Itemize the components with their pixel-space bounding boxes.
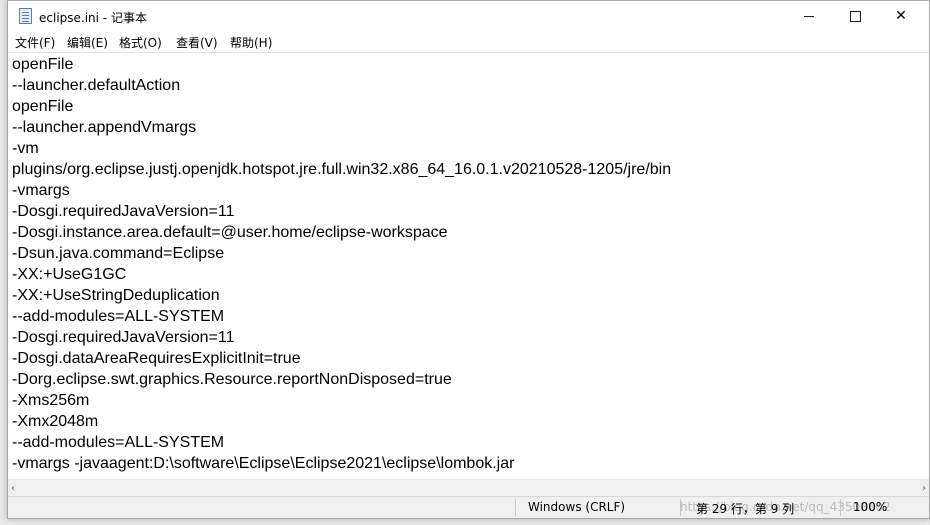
text-line: -Dosgi.requiredJavaVersion=11: [12, 203, 235, 220]
scroll-right-icon[interactable]: ›: [922, 483, 926, 494]
notepad-window: eclipse.ini - 记事本 ✕ 文件(F) 编辑(E) 格式(O) 查看…: [7, 0, 930, 519]
menu-help[interactable]: 帮助(H): [230, 34, 272, 51]
text-line: openFile: [12, 56, 74, 73]
status-position: 第 29 行，第 9 列: [696, 502, 795, 516]
menu-file[interactable]: 文件(F): [15, 34, 55, 51]
window-title: eclipse.ini - 记事本: [39, 11, 147, 25]
text-line: -XX:+UseG1GC: [12, 266, 127, 283]
status-divider: [515, 499, 516, 516]
status-zoom: 100%: [853, 500, 888, 514]
status-bar: Windows (CRLF) https://blog.csdn.net/qq_…: [8, 496, 929, 518]
text-line: -Dorg.eclipse.swt.graphics.Resource.repo…: [12, 371, 452, 388]
minimize-icon: [804, 15, 814, 17]
text-line: -vmargs -javaagent:D:\software\Eclipse\E…: [12, 455, 515, 472]
text-line: -Xmx2048m: [12, 413, 99, 430]
text-line: -vmargs: [12, 182, 70, 199]
text-line: --launcher.defaultAction: [12, 77, 181, 94]
notepad-icon: [19, 8, 32, 24]
horizontal-scrollbar[interactable]: ‹ ›: [8, 479, 929, 496]
text-line: openFile: [12, 98, 74, 115]
text-line: -XX:+UseStringDeduplication: [12, 287, 220, 304]
text-line: -Xms256m: [12, 392, 90, 409]
text-line: -Dsun.java.command=Eclipse: [12, 245, 225, 262]
scroll-left-icon[interactable]: ‹: [11, 483, 15, 494]
maximize-icon: [849, 10, 861, 22]
text-line: -Dosgi.dataAreaRequiresExplicitInit=true: [12, 350, 301, 367]
text-line: -Dosgi.requiredJavaVersion=11: [12, 329, 235, 346]
text-line: -vm: [12, 140, 39, 157]
text-line: --add-modules=ALL-SYSTEM: [12, 308, 225, 325]
status-divider: [840, 499, 841, 516]
text-line: --add-modules=ALL-SYSTEM: [12, 434, 225, 451]
title-bar[interactable]: eclipse.ini - 记事本 ✕: [8, 1, 929, 32]
maximize-button[interactable]: [832, 1, 878, 32]
minimize-button[interactable]: [786, 1, 832, 32]
background-edge: [0, 0, 7, 525]
menu-view[interactable]: 查看(V): [176, 34, 218, 51]
text-line: -Dosgi.instance.area.default=@user.home/…: [12, 224, 448, 241]
status-encoding: Windows (CRLF): [528, 500, 626, 514]
menu-format[interactable]: 格式(O): [119, 34, 162, 51]
menu-bar: 文件(F) 编辑(E) 格式(O) 查看(V) 帮助(H): [8, 32, 929, 52]
text-line: --launcher.appendVmargs: [12, 119, 197, 136]
text-line: plugins/org.eclipse.justj.openjdk.hotspo…: [12, 161, 672, 178]
close-button[interactable]: ✕: [878, 1, 924, 32]
text-editor[interactable]: openFile --launcher.defaultAction openFi…: [8, 52, 929, 479]
menu-edit[interactable]: 编辑(E): [67, 34, 108, 51]
